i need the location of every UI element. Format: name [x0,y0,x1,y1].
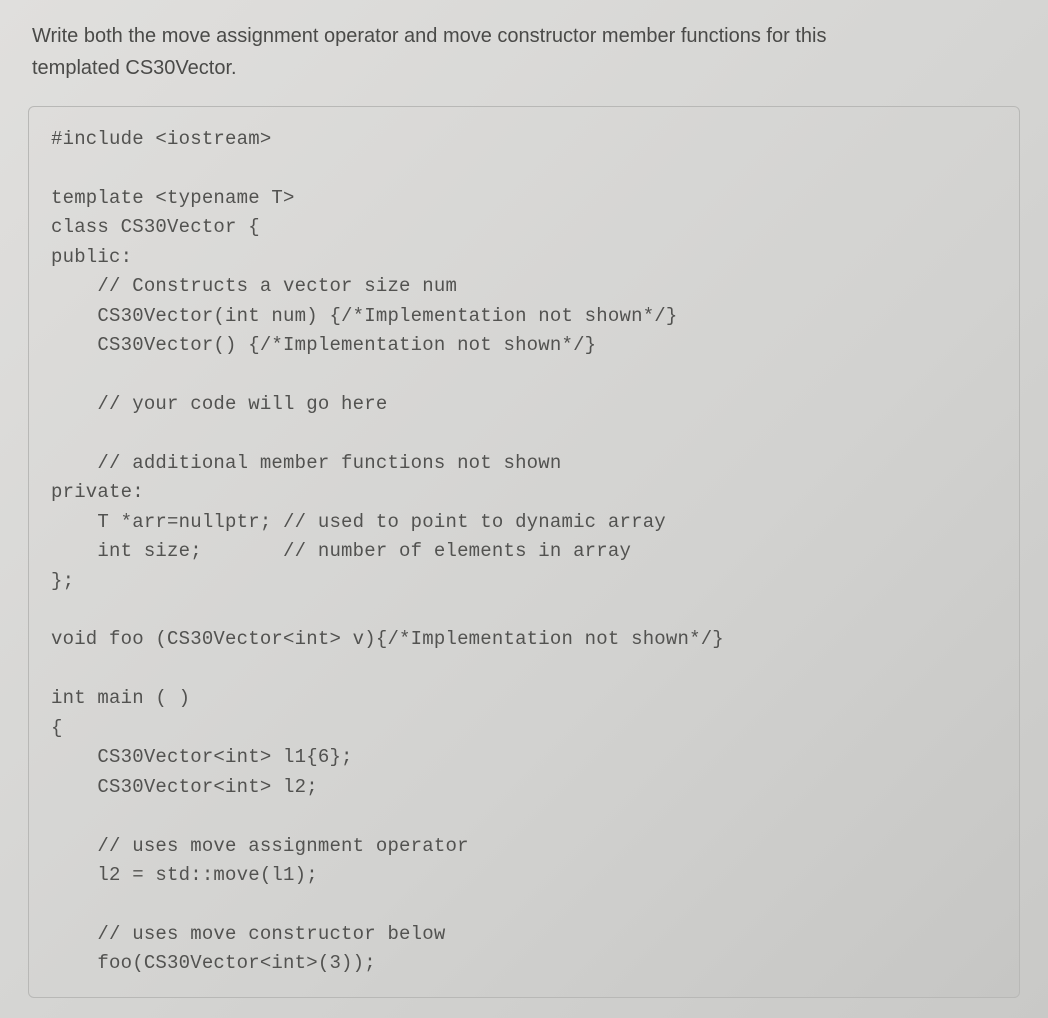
code-line: // uses move constructor below [51,923,445,945]
question-prompt: Write both the move assignment operator … [28,20,1020,84]
code-line: l2 = std::move(l1); [51,864,318,886]
code-line: #include <iostream> [51,128,271,150]
code-block: #include <iostream> template <typename T… [28,106,1020,998]
code-line: class CS30Vector { [51,216,260,238]
code-line: // Constructs a vector size num [51,275,457,297]
code-line: void foo (CS30Vector<int> v){/*Implement… [51,628,724,650]
page-container: Write both the move assignment operator … [0,0,1048,1018]
code-line: foo(CS30Vector<int>(3)); [51,952,376,974]
code-line: // your code will go here [51,393,387,415]
code-line: { [51,717,63,739]
code-line: public: [51,246,132,268]
code-line: // uses move assignment operator [51,835,469,857]
code-line: // additional member functions not shown [51,452,561,474]
code-line: CS30Vector<int> l1{6}; [51,746,353,768]
code-line: template <typename T> [51,187,295,209]
code-line: private: [51,481,144,503]
prompt-line-1: Write both the move assignment operator … [32,25,826,47]
code-line: CS30Vector() {/*Implementation not shown… [51,334,596,356]
code-line: int main ( ) [51,687,190,709]
code-line: }; [51,570,74,592]
code-line: CS30Vector(int num) {/*Implementation no… [51,305,678,327]
prompt-line-2: templated CS30Vector. [32,57,237,79]
code-line: CS30Vector<int> l2; [51,776,318,798]
code-line: T *arr=nullptr; // used to point to dyna… [51,511,666,533]
code-line: int size; // number of elements in array [51,540,631,562]
